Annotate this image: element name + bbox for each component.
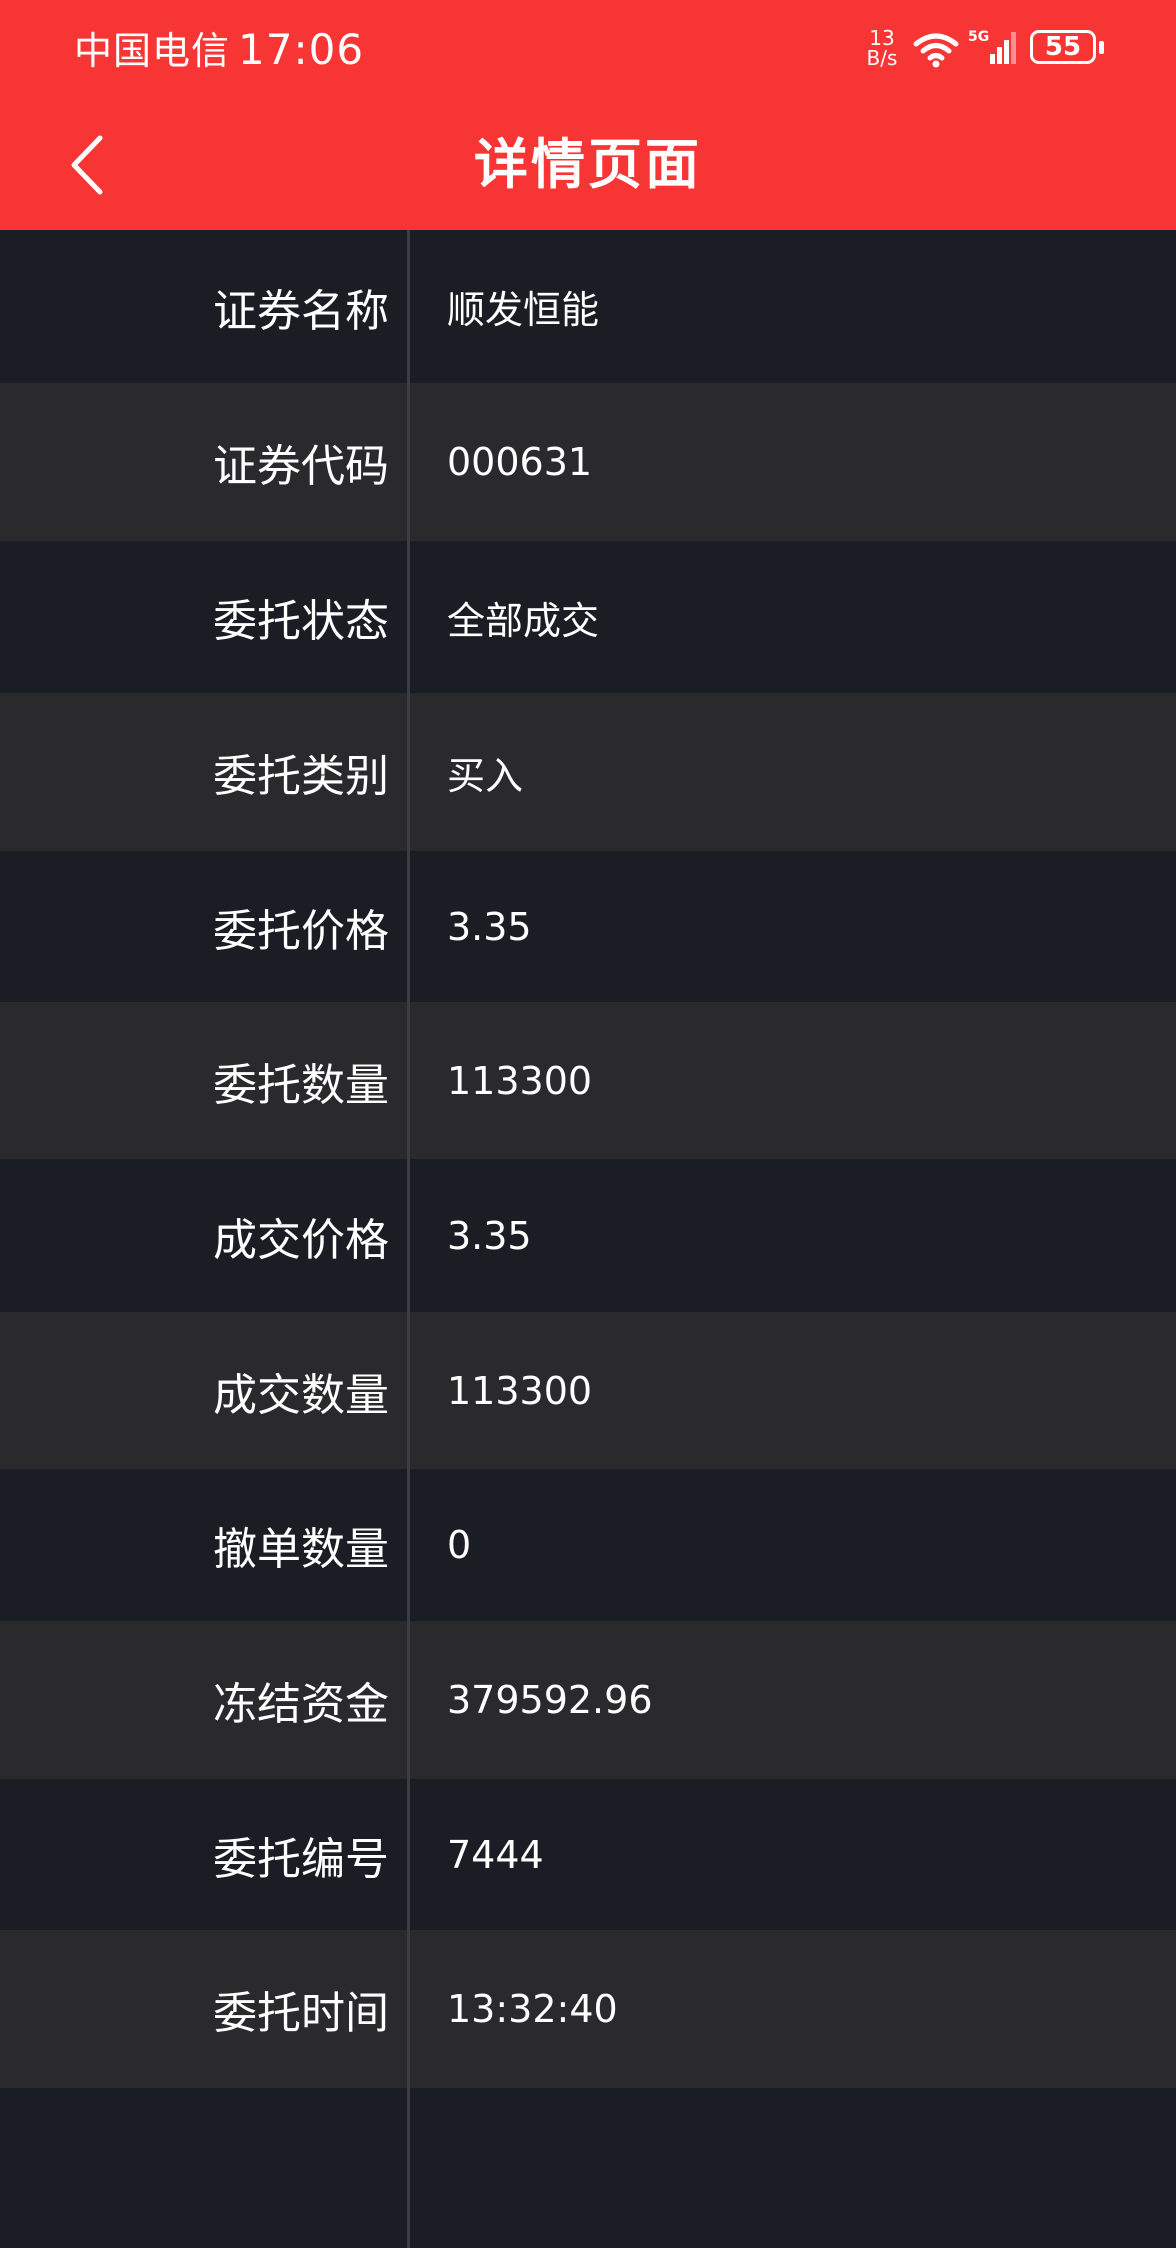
detail-row-value: 13:32:40	[447, 1987, 618, 2031]
detail-row-label: 撤单数量	[0, 1469, 410, 1621]
detail-row-label: 冻结资金	[0, 1621, 410, 1779]
detail-row-label: 委托时间	[0, 1930, 410, 2088]
detail-row-label: 成交价格	[0, 1159, 410, 1312]
battery-level: 55	[1030, 30, 1096, 64]
detail-row-label	[0, 2088, 410, 2248]
network-speed-unit: B/s	[866, 46, 898, 70]
detail-row-value: 7444	[447, 1832, 544, 1877]
detail-row: 委托类别 买入	[0, 693, 1176, 851]
detail-row: 委托时间 13:32:40	[0, 1930, 1176, 2088]
detail-row	[0, 2088, 1176, 2248]
detail-row: 委托数量 113300	[0, 1002, 1176, 1159]
detail-row-label: 证券代码	[0, 383, 410, 541]
detail-row-label: 委托编号	[0, 1779, 410, 1930]
detail-row-value: 113300	[447, 1368, 593, 1413]
detail-row-label: 委托状态	[0, 541, 410, 693]
detail-row: 成交数量 113300	[0, 1312, 1176, 1469]
detail-row-value: 000631	[447, 440, 593, 484]
cellular-signal-icon: 5G	[968, 29, 1016, 64]
battery-tip	[1099, 41, 1104, 54]
wifi-icon	[913, 33, 959, 68]
network-speed: 13 B/s	[862, 28, 902, 68]
detail-row-label: 委托类别	[0, 693, 410, 851]
detail-row: 成交价格 3.35	[0, 1159, 1176, 1312]
page-title: 详情页面	[474, 133, 702, 196]
detail-row-label: 委托价格	[0, 851, 410, 1002]
detail-row: 委托价格 3.35	[0, 851, 1176, 1002]
detail-table: 证券名称 顺发恒能 证券代码 000631 委托状态 全部成交 委托类别 买入 委托价格 3.35…	[0, 230, 1176, 2248]
detail-row-value: 买入	[447, 753, 524, 798]
detail-row-value: 顺发恒能	[447, 288, 600, 332]
detail-row-value: 3.35	[447, 904, 532, 949]
carrier-name: 中国电信	[74, 29, 231, 73]
detail-row: 委托状态 全部成交	[0, 541, 1176, 693]
detail-row: 证券名称 顺发恒能	[0, 230, 1176, 383]
battery-icon: 55	[1030, 30, 1106, 68]
detail-row-value: 0	[447, 1523, 472, 1567]
status-bar: 中国电信 17:06 13 B/s 5G 55	[0, 0, 1176, 100]
carrier-time: 中国电信 17:06	[74, 24, 364, 77]
network-type-label: 5G	[968, 29, 989, 45]
detail-row-value: 379592.96	[447, 1678, 653, 1722]
detail-row-label: 成交数量	[0, 1312, 410, 1469]
detail-row-value: 113300	[447, 1058, 593, 1103]
detail-row-label: 证券名称	[0, 230, 410, 383]
detail-row-value: 3.35	[447, 1213, 532, 1258]
detail-row-label: 委托数量	[0, 1002, 410, 1159]
detail-row-value: 全部成交	[447, 598, 600, 643]
header: 中国电信 17:06 13 B/s 5G 55 详情页面	[0, 0, 1176, 230]
detail-row-value	[413, 2088, 1176, 2248]
clock: 17:06	[238, 25, 365, 74]
nav-bar: 详情页面	[0, 110, 1176, 220]
network-speed-value: 13	[869, 26, 895, 50]
detail-row: 证券代码 000631	[0, 383, 1176, 541]
detail-row: 撤单数量 0	[0, 1469, 1176, 1621]
detail-row: 委托编号 7444	[0, 1779, 1176, 1930]
detail-row: 冻结资金 379592.96	[0, 1621, 1176, 1779]
